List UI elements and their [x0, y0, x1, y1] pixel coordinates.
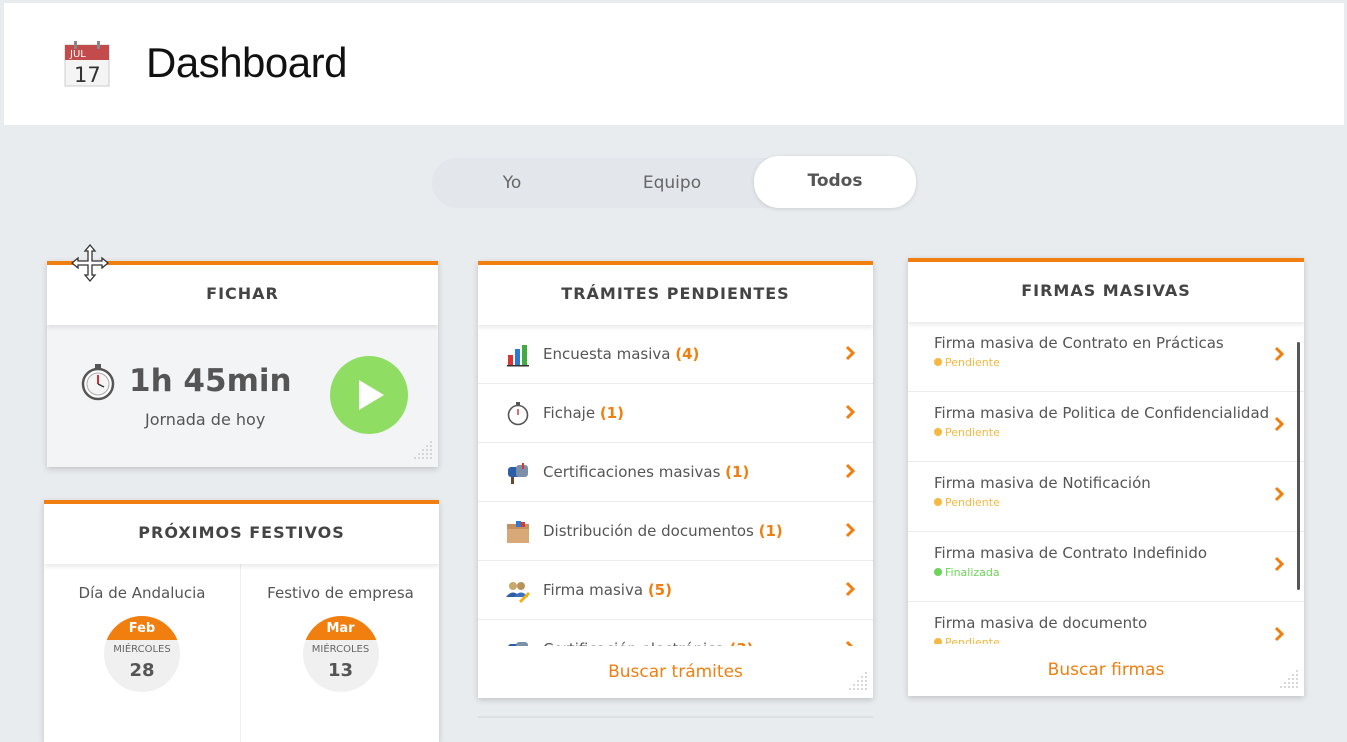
scope-tabs: Yo Equipo Todos [432, 156, 916, 208]
calendar-icon: JUL 17 [64, 41, 110, 87]
list-item[interactable]: Certificaciones masivas (1) [478, 443, 873, 502]
festivo-date-badge: Mar MIÉRCOLES 13 [302, 616, 379, 692]
move-cursor-icon[interactable] [70, 243, 110, 283]
chevron-right-icon [1274, 556, 1284, 572]
fichar-card: FICHAR 1h 45min Jornada de hoy [47, 261, 438, 467]
tramites-list: Encuesta masiva (4) Fichaje (1) Certific… [478, 325, 873, 651]
list-item[interactable]: Firma masiva de Contrato en Prácticas Pe… [908, 322, 1304, 392]
buscar-tramites-link[interactable]: Buscar trámites [478, 646, 873, 698]
calendar-day: 17 [74, 63, 101, 87]
tramite-label: Distribución de documentos [543, 522, 754, 540]
play-button[interactable] [330, 356, 408, 434]
festivo-weekday: MIÉRCOLES [311, 644, 370, 655]
firma-title: Firma masiva de Politica de Confidencial… [934, 404, 1270, 422]
page-title: Dashboard [146, 39, 347, 86]
stopwatch-icon [81, 364, 115, 401]
resize-grip-icon[interactable] [410, 439, 434, 463]
list-item[interactable]: Firma masiva de Contrato Indefinido Fina… [908, 532, 1304, 602]
chevron-right-icon [845, 463, 855, 479]
resize-grip-icon[interactable] [1276, 668, 1300, 692]
calendar-month: JUL [69, 49, 86, 60]
chevron-right-icon [1274, 626, 1284, 642]
tramite-count: (1) [725, 463, 750, 481]
fichar-time: 1h 45min [129, 363, 292, 399]
status-badge: Pendiente [934, 426, 1000, 439]
firma-title: Firma masiva de Contrato en Prácticas [934, 334, 1224, 352]
festivo-day: 13 [327, 660, 354, 681]
fichar-subtitle: Jornada de hoy [145, 410, 266, 429]
firmas-title: FIRMAS MASIVAS [908, 262, 1304, 322]
firmas-list: Firma masiva de Contrato en Prácticas Pe… [908, 322, 1304, 648]
box-icon [507, 521, 529, 543]
festivo-item: Festivo de empresa Mar MIÉRCOLES 13 [242, 564, 439, 742]
status-badge: Pendiente [934, 496, 1000, 509]
mailbox-icon [508, 463, 528, 484]
festivo-date-badge: Feb MIÉRCOLES 28 [104, 616, 180, 692]
resize-grip-icon[interactable] [845, 670, 869, 694]
tramite-count: (5) [647, 581, 672, 599]
firma-title: Firma masiva de documento [934, 614, 1148, 632]
tramite-count: (4) [675, 345, 700, 363]
page-header: JUL 17 Dashboard [4, 3, 1344, 125]
divider [478, 716, 873, 718]
scrollbar[interactable] [1297, 342, 1300, 590]
tramites-card: TRÁMITES PENDIENTES Encuesta masiva (4) … [478, 261, 873, 698]
chevron-right-icon [1274, 416, 1284, 432]
bar-chart-icon [507, 345, 529, 367]
firma-title: Firma masiva de Contrato Indefinido [934, 544, 1208, 562]
festivos-card: PRÓXIMOS FESTIVOS Día de Andalucia Feb M… [44, 500, 439, 742]
users-sign-icon [506, 582, 530, 603]
firmas-card: FIRMAS MASIVAS Firma masiva de Contrato … [908, 258, 1304, 696]
festivo-month: Mar [302, 616, 379, 640]
list-item[interactable]: Firma masiva de Politica de Confidencial… [908, 392, 1304, 462]
tab-equipo[interactable]: Equipo [592, 158, 752, 208]
festivo-day: 28 [129, 660, 155, 681]
buscar-firmas-link[interactable]: Buscar firmas [908, 644, 1304, 696]
tramite-count: (1) [599, 404, 624, 422]
tramite-label: Encuesta masiva [543, 345, 671, 363]
chevron-right-icon [845, 345, 855, 361]
list-item[interactable]: Firma masiva (5) [478, 561, 873, 620]
tab-todos[interactable]: Todos [754, 156, 916, 208]
festivos-title: PRÓXIMOS FESTIVOS [44, 504, 439, 564]
stopwatch-icon [507, 402, 529, 426]
tab-yo[interactable]: Yo [432, 158, 592, 208]
festivo-month: Feb [104, 616, 180, 640]
tramite-count: (1) [758, 522, 783, 540]
festivo-name: Festivo de empresa [267, 584, 414, 602]
chevron-right-icon [845, 404, 855, 420]
festivo-name: Día de Andalucia [78, 584, 206, 602]
festivo-item: Día de Andalucia Feb MIÉRCOLES 28 [44, 564, 241, 742]
chevron-right-icon [1274, 486, 1284, 502]
chevron-right-icon [1274, 346, 1284, 362]
tramite-label: Fichaje [543, 404, 596, 422]
firma-title: Firma masiva de Notificación [934, 474, 1151, 492]
list-item[interactable]: Fichaje (1) [478, 384, 873, 443]
tramite-label: Firma masiva [543, 581, 644, 599]
play-icon [359, 380, 384, 410]
tramite-label: Certificaciones masivas [543, 463, 721, 481]
festivo-weekday: MIÉRCOLES [113, 644, 171, 655]
list-item[interactable]: Encuesta masiva (4) [478, 325, 873, 384]
list-item[interactable]: Distribución de documentos (1) [478, 502, 873, 561]
status-badge: Pendiente [934, 356, 1000, 369]
list-item[interactable]: Firma masiva de Notificación Pendiente [908, 462, 1304, 532]
status-badge: Finalizada [934, 566, 1000, 579]
fichar-body: 1h 45min Jornada de hoy [47, 325, 438, 467]
chevron-right-icon [845, 581, 855, 597]
list-item[interactable]: Firma masiva de documento Pendiente [908, 602, 1304, 648]
tramites-title: TRÁMITES PENDIENTES [478, 265, 873, 325]
chevron-right-icon [845, 522, 855, 538]
